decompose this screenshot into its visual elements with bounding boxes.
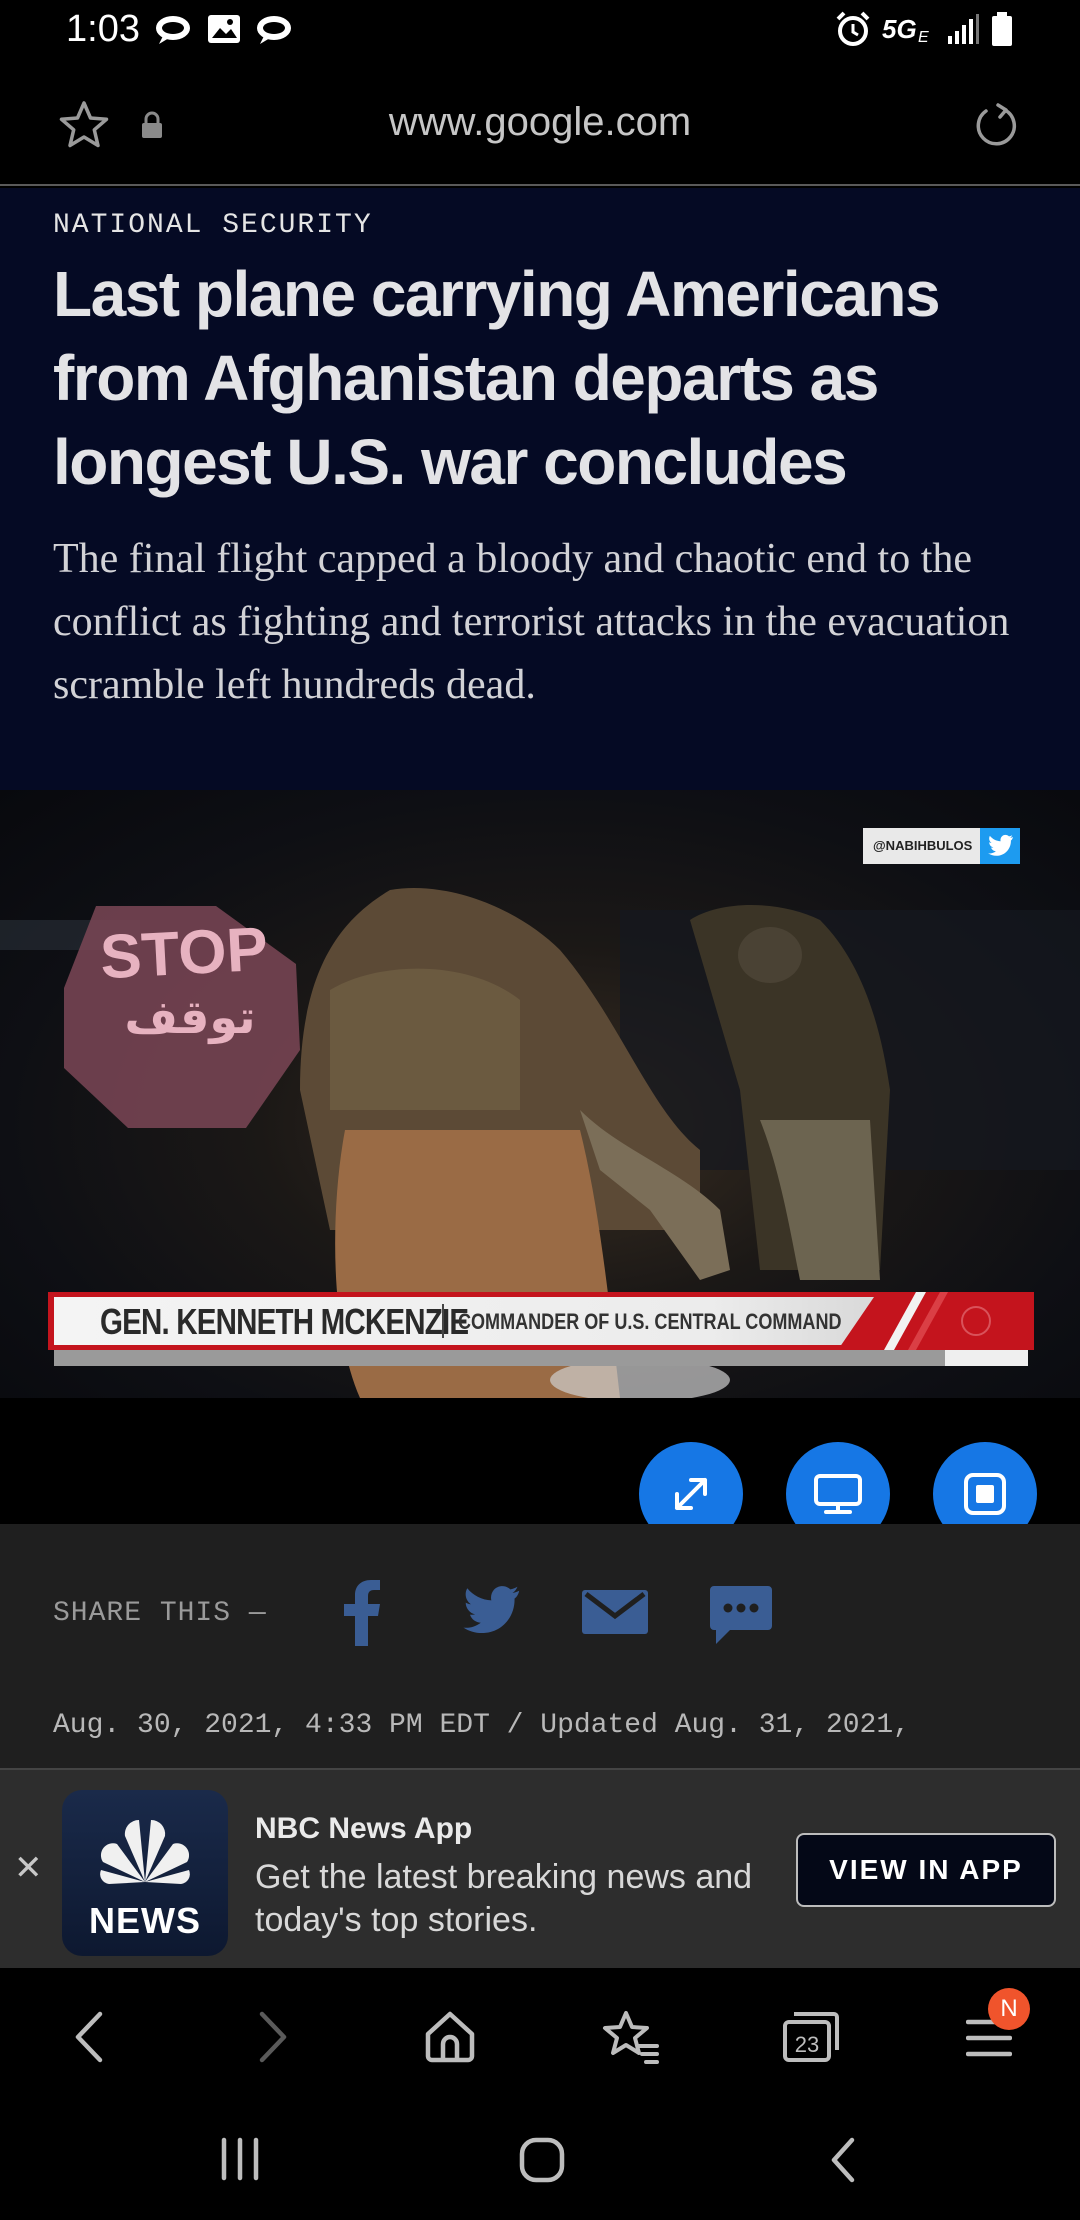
menu-notification-badge: N bbox=[988, 1988, 1030, 2030]
browser-toolbar: 23 N bbox=[0, 1968, 1080, 2098]
url-bar: www.google.com bbox=[0, 62, 1080, 186]
svg-text:E: E bbox=[918, 29, 929, 46]
email-icon[interactable] bbox=[582, 1590, 648, 1634]
twitter-handle: @NABIHBULOS bbox=[863, 828, 981, 864]
share-section: SHARE THIS — Aug. 30, 2021, 4:33 PM EDT … bbox=[0, 1524, 1080, 1768]
share-label: SHARE THIS — bbox=[53, 1598, 267, 1629]
notification-gallery-icon bbox=[206, 12, 242, 46]
nbc-news-logo[interactable]: NEWS bbox=[62, 1790, 228, 1956]
url-text[interactable]: www.google.com bbox=[0, 100, 1080, 145]
notification-chat-icon-2 bbox=[254, 12, 294, 48]
network-type-icon: 5G E bbox=[882, 14, 942, 46]
alarm-icon bbox=[834, 10, 872, 48]
peacock-icon bbox=[100, 1819, 190, 1884]
article-header: NATIONAL SECURITY Last plane carrying Am… bbox=[0, 188, 1080, 790]
app-logo-text: NEWS bbox=[89, 1900, 201, 1941]
forward-icon[interactable] bbox=[252, 2010, 292, 2064]
video-player[interactable]: STOP توقف @NABIHBULOS GEN. KENNETH MCKEN… bbox=[0, 790, 1080, 1398]
cast-icon bbox=[814, 1474, 862, 1514]
view-in-app-button[interactable]: VIEW IN APP bbox=[796, 1833, 1056, 1907]
section-label[interactable]: NATIONAL SECURITY bbox=[53, 210, 373, 241]
article-timestamp: Aug. 30, 2021, 4:33 PM EDT / Updated Aug… bbox=[53, 1710, 910, 1741]
status-bar: 1:03 5G E bbox=[0, 0, 1080, 62]
svg-text:5G: 5G bbox=[882, 14, 917, 44]
article-dek: The final flight capped a bloody and cha… bbox=[53, 536, 1010, 708]
fullscreen-icon bbox=[675, 1478, 707, 1510]
app-install-banner: ✕ NEWS NBC News App Get the latest break… bbox=[0, 1768, 1080, 1968]
video-progress-fill bbox=[54, 1350, 946, 1366]
video-progress-bar[interactable] bbox=[54, 1350, 1028, 1366]
picture-in-picture-icon bbox=[964, 1473, 1006, 1515]
article-headline: Last plane carrying Americans from Afgha… bbox=[53, 258, 941, 498]
video-controls-band bbox=[0, 1398, 1080, 1524]
banner-description: Get the latest breaking news and today's… bbox=[255, 1858, 753, 1939]
signal-icon bbox=[946, 14, 980, 46]
lower-third-divider bbox=[442, 1304, 444, 1338]
twitter-bird-icon bbox=[980, 828, 1021, 864]
notification-chat-icon bbox=[153, 12, 193, 48]
twitter-icon[interactable] bbox=[458, 1584, 522, 1638]
battery-icon bbox=[990, 12, 1014, 48]
recent-apps-icon[interactable] bbox=[218, 2136, 262, 2182]
banner-title: NBC News App bbox=[255, 1812, 473, 1845]
back-nav-icon[interactable] bbox=[826, 2136, 860, 2184]
stop-sign-arabic-text: توقف bbox=[124, 991, 256, 1043]
facebook-icon[interactable] bbox=[338, 1580, 384, 1646]
refresh-icon[interactable] bbox=[972, 102, 1020, 150]
stop-sign-text: STOP bbox=[98, 914, 270, 993]
close-icon[interactable]: ✕ bbox=[14, 1848, 43, 1888]
sms-icon[interactable] bbox=[710, 1586, 772, 1644]
tabs-count: 23 bbox=[794, 2032, 820, 2057]
lower-third-role: COMMANDER OF U.S. CENTRAL COMMAND bbox=[458, 1309, 842, 1334]
back-icon[interactable] bbox=[70, 2010, 110, 2064]
status-time: 1:03 bbox=[66, 8, 140, 50]
lower-third-stripes bbox=[884, 1292, 991, 1350]
bookmarks-icon[interactable] bbox=[602, 2010, 660, 2064]
lower-third-name: GEN. KENNETH MCKENZIE bbox=[100, 1301, 469, 1342]
home-icon[interactable] bbox=[424, 2010, 476, 2064]
system-navigation-bar bbox=[0, 2098, 1080, 2220]
twitter-watermark: @NABIHBULOS bbox=[863, 828, 1021, 864]
home-nav-icon[interactable] bbox=[518, 2136, 566, 2184]
lower-third-banner: GEN. KENNETH MCKENZIE COMMANDER OF U.S. … bbox=[48, 1292, 1034, 1350]
